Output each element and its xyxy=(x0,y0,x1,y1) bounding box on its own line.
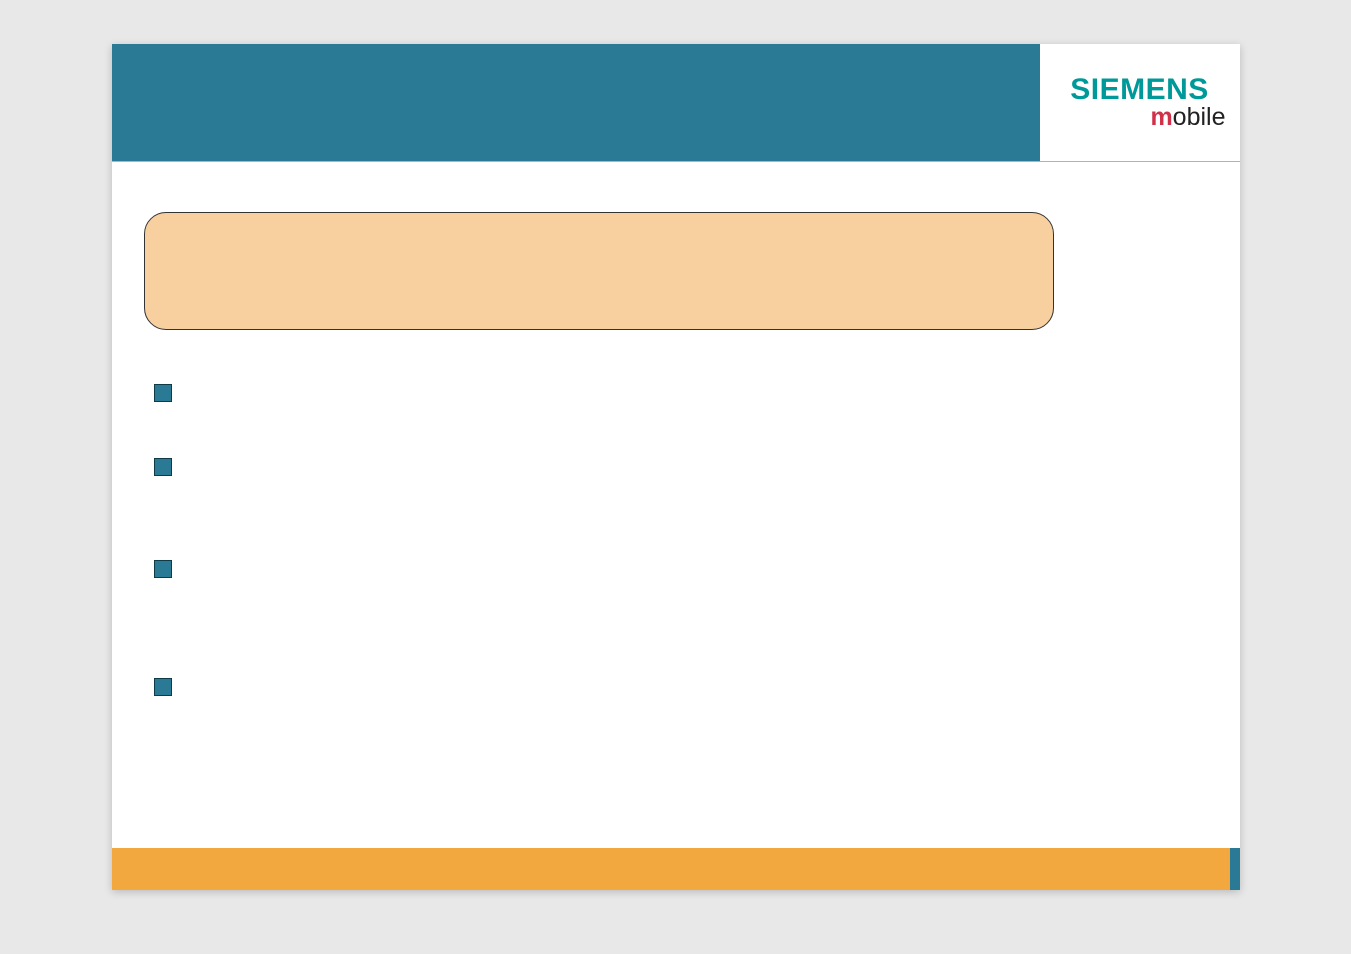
list-item xyxy=(154,558,1212,580)
logo-mobile-m: m xyxy=(1150,103,1172,131)
bullet-square-icon xyxy=(154,458,172,476)
logo-mobile-wordmark: mobile xyxy=(1150,103,1225,132)
list-item xyxy=(154,456,1212,478)
bullet-square-icon xyxy=(154,560,172,578)
list-item xyxy=(154,382,1212,404)
header-teal-band xyxy=(112,44,1040,162)
header-divider xyxy=(112,161,1240,162)
bullet-square-icon xyxy=(154,678,172,696)
callout-box xyxy=(144,212,1054,330)
logo-siemens-wordmark: SIEMENS xyxy=(1070,75,1209,105)
slide-content xyxy=(112,162,1240,698)
list-item xyxy=(154,676,1212,698)
bullet-square-icon xyxy=(154,384,172,402)
siemens-logo: SIEMENS mobile xyxy=(1040,44,1240,162)
slide-header: SIEMENS mobile xyxy=(112,44,1240,162)
logo-mobile-rest: obile xyxy=(1173,103,1226,131)
slide: SIEMENS mobile xyxy=(112,44,1240,890)
bullet-list xyxy=(154,382,1212,698)
slide-footer-band xyxy=(112,848,1240,890)
